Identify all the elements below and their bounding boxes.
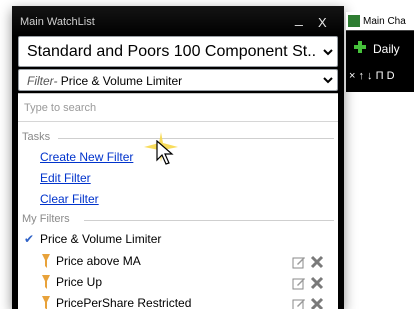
my-filters-section-header: My Filters (22, 213, 334, 225)
period-selector[interactable]: Daily (349, 36, 414, 66)
filter-row[interactable]: Price Up (18, 275, 338, 293)
delete-icon[interactable] (310, 255, 324, 269)
tab-main-chart-label: Main Cha (363, 16, 406, 27)
filter-label: Price Up (56, 275, 103, 289)
tasks-section-header: Tasks (22, 131, 334, 143)
create-new-filter-link[interactable]: Create New Filter (40, 150, 133, 164)
checkmark-icon: ✔ (24, 232, 35, 246)
minimize-button[interactable]: _ (295, 10, 303, 26)
my-filters-header-label: My Filters (22, 213, 70, 225)
edit-icon[interactable] (292, 255, 306, 269)
edit-icon[interactable] (292, 297, 306, 309)
watchlist-select[interactable]: Standard and Poors 100 Component St... (18, 36, 338, 67)
tasks-header-label: Tasks (22, 131, 51, 143)
period-label: Daily (373, 42, 400, 56)
filter-select[interactable]: Filter- Price & Volume Limiter (18, 69, 338, 91)
chevron-down-icon[interactable] (321, 71, 335, 89)
chart-icon (348, 15, 360, 27)
window-title: Main WatchList (20, 16, 95, 28)
clear-filter-link[interactable]: Clear Filter (40, 192, 99, 206)
watchlist-select-value: Standard and Poors 100 Component St... (27, 43, 317, 60)
window-titlebar[interactable]: Main WatchList _ X (12, 6, 344, 36)
mouse-cursor-icon (156, 140, 174, 165)
main-chart-window: Main Cha Daily × ↑ ↓ Π D (346, 12, 414, 92)
filter-menu-panel: Type to search Tasks Create New Filter E… (18, 93, 338, 309)
add-icon[interactable] (353, 40, 367, 54)
chart-toolbar[interactable]: × ↑ ↓ Π D (349, 70, 414, 88)
edit-filter-link[interactable]: Edit Filter (40, 171, 91, 185)
edit-icon[interactable] (292, 276, 306, 290)
active-filter-row[interactable]: ✔ Price & Volume Limiter (18, 232, 338, 250)
filter-row[interactable]: Price above MA (18, 254, 338, 272)
divider (84, 220, 334, 221)
filter-label: Price above MA (56, 254, 141, 268)
filter-select-text: Filter- Price & Volume Limiter (27, 74, 182, 88)
filter-label: PricePerShare Restricted (56, 296, 192, 309)
filter-row[interactable]: PricePerShare Restricted (18, 296, 338, 309)
filter-select-prefix: Filter- (27, 74, 58, 88)
search-divider (18, 121, 338, 122)
close-button[interactable]: X (318, 15, 327, 30)
filter-funnel-icon (42, 296, 50, 309)
chevron-down-icon[interactable] (321, 38, 335, 65)
search-input[interactable]: Type to search (24, 102, 96, 114)
active-filter-label: Price & Volume Limiter (40, 232, 162, 246)
filter-funnel-icon (42, 275, 50, 289)
watchlist-window: Main WatchList _ X Standard and Poors 10… (12, 6, 344, 309)
divider (58, 138, 334, 139)
tab-main-chart[interactable]: Main Cha (346, 12, 414, 31)
filter-select-value: Price & Volume Limiter (60, 74, 183, 88)
chart-toolbar-glyphs: × ↑ ↓ Π D (349, 70, 395, 82)
delete-icon[interactable] (310, 276, 324, 290)
filter-funnel-icon (42, 254, 50, 268)
delete-icon[interactable] (310, 297, 324, 309)
